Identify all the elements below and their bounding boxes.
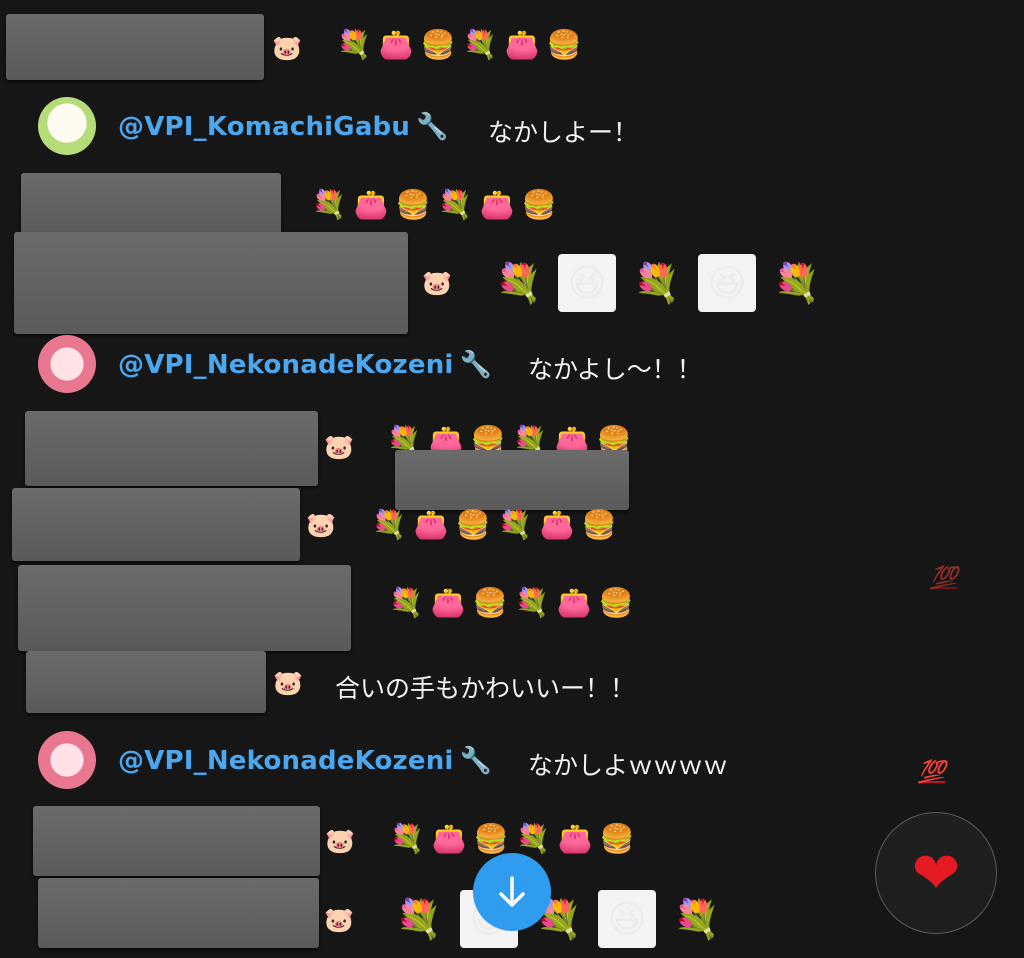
moderator-wrench-icon: 🔧 xyxy=(459,746,493,776)
pig-emoji: 🐷 xyxy=(306,511,336,539)
username[interactable]: @VPI_NekonadeKozeni xyxy=(118,350,454,380)
redacted-username xyxy=(26,651,266,713)
emoji-row: 💐 👛 🍔 💐 👛 🍔 xyxy=(386,822,638,856)
burger-emoji: 🍔 xyxy=(472,586,508,619)
moderator-wrench-icon: 🔧 xyxy=(416,112,449,142)
scroll-to-latest-button[interactable] xyxy=(473,853,551,931)
redacted-username xyxy=(14,232,408,334)
heart-icon: ❤ xyxy=(911,839,961,907)
bouquet-emoji: 💐 xyxy=(462,28,498,61)
bouquet-emoji: 💐 xyxy=(497,508,533,541)
bouquet-emoji: 💐 xyxy=(371,508,407,541)
pig-emoji: 🐷 xyxy=(324,433,354,461)
moderator-wrench-icon: 🔧 xyxy=(459,350,493,380)
purse-emoji: 👛 xyxy=(378,28,414,61)
burger-emoji: 🍔 xyxy=(599,822,635,855)
bouquet-sticker: 💐 xyxy=(395,896,443,941)
pig-emoji: 🐷 xyxy=(273,669,303,697)
bouquet-emoji: 💐 xyxy=(388,586,424,619)
redacted-text xyxy=(395,450,629,510)
bouquet-sticker: 💐 xyxy=(633,260,681,305)
message-text: なかしよー！ xyxy=(488,118,639,147)
emoji-row: 💐 👛 🍔 💐 👛 🍔 xyxy=(368,508,620,542)
message-text: なかよし〜！！ xyxy=(528,355,702,384)
purse-emoji: 👛 xyxy=(556,586,592,619)
face-sticker: 😆 xyxy=(598,890,656,948)
purse-emoji: 👛 xyxy=(504,28,540,61)
face-sticker: 😆 xyxy=(698,254,756,312)
pig-emoji: 🐷 xyxy=(324,906,354,934)
bouquet-sticker: 💐 xyxy=(495,260,543,305)
avatar[interactable] xyxy=(38,97,96,155)
username[interactable]: @VPI_KomachiGabu xyxy=(118,112,410,142)
burger-emoji: 🍔 xyxy=(455,508,491,541)
redacted-username xyxy=(33,806,320,876)
redacted-username xyxy=(18,565,351,651)
bouquet-sticker: 💐 xyxy=(673,896,721,941)
burger-emoji: 🍔 xyxy=(420,28,456,61)
emoji-row: 💐 👛 🍔 💐 👛 🍔 xyxy=(385,586,637,620)
purse-emoji: 👛 xyxy=(430,586,466,619)
redacted-username xyxy=(38,878,319,948)
bouquet-emoji: 💐 xyxy=(437,188,473,221)
message-text: なかしよｗｗｗｗ xyxy=(528,751,729,780)
purse-emoji: 👛 xyxy=(431,822,467,855)
bouquet-emoji: 💐 xyxy=(336,28,372,61)
emoji-row: 💐 👛 🍔 💐 👛 🍔 xyxy=(308,188,560,222)
pig-emoji: 🐷 xyxy=(422,269,452,297)
emoji-row: 💐 👛 🍔 💐 👛 🍔 xyxy=(333,28,585,62)
purse-emoji: 👛 xyxy=(479,188,515,221)
avatar[interactable] xyxy=(38,335,96,393)
burger-emoji: 🍔 xyxy=(521,188,557,221)
burger-emoji: 🍔 xyxy=(473,822,509,855)
purse-emoji: 👛 xyxy=(539,508,575,541)
burger-emoji: 🍔 xyxy=(598,586,634,619)
username-link[interactable]: @VPI_NekonadeKozeni 🔧 xyxy=(118,746,492,776)
hundred-reaction-icon: 💯 xyxy=(918,760,946,785)
hundred-reaction-icon: 💯 xyxy=(930,566,958,591)
arrow-down-icon xyxy=(499,876,525,907)
bouquet-emoji: 💐 xyxy=(514,586,550,619)
redacted-username xyxy=(6,14,264,80)
burger-emoji: 🍔 xyxy=(395,188,431,221)
avatar[interactable] xyxy=(38,731,96,789)
bouquet-sticker: 💐 xyxy=(773,260,821,305)
message-text: 合いの手もかわいいー！！ xyxy=(335,674,636,703)
username[interactable]: @VPI_NekonadeKozeni xyxy=(118,746,454,776)
username-link[interactable]: @VPI_KomachiGabu 🔧 xyxy=(118,112,449,142)
burger-emoji: 🍔 xyxy=(546,28,582,61)
username-link[interactable]: @VPI_NekonadeKozeni 🔧 xyxy=(118,350,492,380)
like-button[interactable]: ❤ xyxy=(875,812,997,934)
redacted-username xyxy=(12,488,300,561)
bouquet-emoji: 💐 xyxy=(389,822,425,855)
pig-emoji: 🐷 xyxy=(325,827,355,855)
face-sticker: 😆 xyxy=(558,254,616,312)
burger-emoji: 🍔 xyxy=(581,508,617,541)
redacted-username xyxy=(21,173,281,239)
purse-emoji: 👛 xyxy=(413,508,449,541)
purse-emoji: 👛 xyxy=(557,822,593,855)
redacted-username xyxy=(25,411,318,486)
pig-emoji: 🐷 xyxy=(272,34,302,62)
bouquet-emoji: 💐 xyxy=(311,188,347,221)
bouquet-emoji: 💐 xyxy=(515,822,551,855)
purse-emoji: 👛 xyxy=(353,188,389,221)
